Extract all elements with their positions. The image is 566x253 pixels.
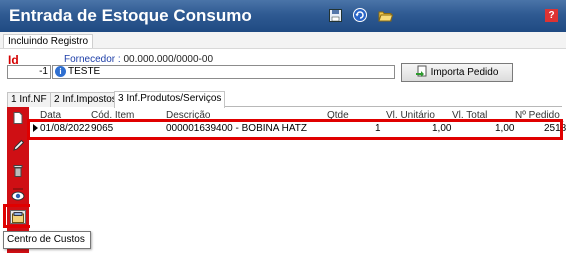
window: Entrada de Estoque Consumo ? Incluindo R… (0, 0, 566, 253)
title-bar: Entrada de Estoque Consumo ? (0, 0, 566, 32)
row-highlight (27, 119, 563, 140)
tab-inf-nf[interactable]: 1 Inf.NF (7, 92, 51, 107)
status-mode: Incluindo Registro (3, 34, 94, 48)
import-pedido-label: Importa Pedido (430, 67, 499, 78)
id-input[interactable]: -1 (7, 65, 51, 79)
view-icon[interactable] (10, 189, 26, 203)
info-icon[interactable]: i (55, 66, 66, 77)
undo-icon[interactable] (352, 7, 368, 23)
tab-inf-produtos[interactable]: 3 Inf.Produtos/Serviços (114, 91, 226, 108)
import-pedido-button[interactable]: Importa Pedido (401, 63, 513, 82)
window-title: Entrada de Estoque Consumo (9, 6, 252, 25)
delete-icon[interactable] (10, 164, 26, 178)
fornecedor-input[interactable]: TESTE (52, 65, 395, 79)
status-bar: Incluindo Registro (0, 32, 566, 49)
fornecedor-code: 00.000.000/0000-00 (123, 54, 214, 65)
tab-inf-impostos[interactable]: 2 Inf.Impostos (50, 92, 121, 107)
help-icon[interactable]: ? (545, 9, 558, 22)
tab-strip: 1 Inf.NF 2 Inf.Impostos 3 Inf.Produtos/S… (7, 91, 562, 108)
edit-pencil-icon[interactable] (10, 138, 26, 152)
new-document-icon[interactable] (10, 111, 26, 125)
open-folder-icon[interactable] (377, 7, 393, 23)
save-icon[interactable] (327, 7, 343, 23)
tooltip: Centro de Custos (3, 231, 91, 249)
fornecedor-label: Fornecedor : 00.000.000/0000-00 (64, 54, 214, 65)
import-icon (415, 65, 428, 80)
